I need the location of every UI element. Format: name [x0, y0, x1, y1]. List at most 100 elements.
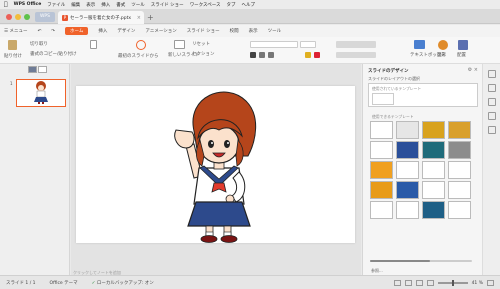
template-thumbnail[interactable] — [370, 181, 393, 199]
menu-help[interactable]: ヘルプ — [242, 2, 256, 8]
backup-status[interactable]: ローカルバックアップ: オン — [92, 280, 154, 286]
transition-panel-icon[interactable] — [487, 98, 496, 106]
undo-icon[interactable]: ↶ — [37, 29, 41, 34]
template-thumbnail[interactable] — [448, 141, 471, 159]
template-thumbnail[interactable] — [370, 201, 393, 219]
section-button[interactable]: セクション — [192, 51, 215, 57]
tab-wps-home[interactable]: WPS — [35, 12, 55, 22]
reading-view-icon[interactable] — [415, 280, 423, 286]
zoom-slider[interactable] — [437, 280, 468, 286]
template-thumbnail[interactable] — [370, 141, 393, 159]
panel-options-icon[interactable]: ⚙ × — [468, 67, 478, 73]
tab-design[interactable]: デザイン — [117, 28, 135, 34]
shapes-icon[interactable] — [438, 40, 448, 50]
used-template-thumbnail[interactable] — [372, 93, 394, 105]
highlight-icon[interactable] — [305, 52, 311, 58]
template-thumbnail[interactable] — [448, 181, 471, 199]
design-panel-icon[interactable] — [487, 70, 496, 78]
close-window-button[interactable] — [6, 14, 12, 20]
template-thumbnail[interactable] — [396, 201, 419, 219]
fit-window-icon[interactable] — [487, 280, 494, 286]
normal-view-icon[interactable] — [393, 280, 401, 286]
template-thumbnail[interactable] — [422, 201, 445, 219]
cut-button[interactable]: 切り取り — [30, 41, 48, 47]
slide-thumbnail-1[interactable] — [16, 79, 66, 107]
app-menu-wps[interactable]: WPS Office — [14, 2, 42, 7]
new-slide-icon[interactable] — [174, 40, 185, 49]
template-thumbnail[interactable] — [422, 161, 445, 179]
template-thumbnail[interactable] — [448, 201, 471, 219]
zoom-window-button[interactable] — [24, 14, 30, 20]
new-tab-button[interactable]: + — [147, 13, 154, 22]
template-thumbnail[interactable] — [422, 181, 445, 199]
reset-button[interactable]: リセット — [192, 41, 210, 47]
tab-animation[interactable]: アニメーション — [145, 28, 176, 34]
bold-icon[interactable] — [250, 52, 256, 58]
arrange-icon[interactable] — [458, 40, 468, 50]
tab-slideshow[interactable]: スライド ショー — [187, 28, 220, 34]
template-thumbnail[interactable] — [448, 161, 471, 179]
slide-1[interactable] — [76, 86, 355, 243]
right-tool-strip — [482, 64, 500, 275]
slideshow-view-icon[interactable] — [426, 280, 434, 286]
redo-icon[interactable]: ↷ — [51, 29, 55, 34]
zoom-level[interactable]: 41 % — [472, 281, 483, 286]
paste-button[interactable]: 貼り付け — [4, 53, 22, 59]
sailor-girl-thumbnail-image — [34, 81, 48, 104]
ribbon-tabs: ☰ メニュー ↶ ↷ ホーム 挿入 デザイン アニメーション スライド ショー … — [0, 25, 500, 37]
italic-icon[interactable] — [259, 52, 265, 58]
properties-panel-icon[interactable] — [487, 112, 496, 120]
template-thumbnail[interactable] — [422, 141, 445, 159]
menu-tools[interactable]: ツール — [131, 2, 145, 8]
from-start-button[interactable]: 最初のスライドから — [118, 53, 159, 59]
template-thumbnail[interactable] — [370, 121, 393, 139]
sorter-view-icon[interactable] — [404, 280, 412, 286]
template-thumbnail[interactable] — [396, 161, 419, 179]
tab-review[interactable]: 校閲 — [230, 28, 239, 34]
thumbnail-view-tab[interactable] — [28, 66, 37, 73]
template-thumbnail[interactable] — [448, 121, 471, 139]
template-thumbnail[interactable] — [422, 121, 445, 139]
template-thumbnail[interactable] — [396, 121, 419, 139]
list-icons[interactable] — [336, 52, 376, 58]
tab-document[interactable]: P セーラー服を着た女の子.pptx × — [58, 11, 144, 24]
menu-insert[interactable]: 挿入 — [101, 2, 110, 8]
template-thumbnail[interactable] — [396, 181, 419, 199]
window-titlebar: WPS P セーラー服を着た女の子.pptx × + — [0, 9, 500, 24]
shapes-button[interactable]: 図形 — [437, 52, 446, 58]
tab-tools[interactable]: ツール — [268, 28, 282, 34]
settings-panel-icon[interactable] — [487, 126, 496, 134]
view-controls: 41 % — [393, 280, 494, 286]
menu-format[interactable]: 書式 — [116, 2, 125, 8]
menu-view[interactable]: 表示 — [86, 2, 95, 8]
font-name-select[interactable] — [250, 41, 298, 48]
minimize-window-button[interactable] — [15, 14, 21, 20]
tab-view[interactable]: 表示 — [249, 28, 258, 34]
format-painter-button[interactable]: 書式のコピー/貼り付け — [30, 51, 77, 57]
tab-home[interactable]: ホーム — [65, 27, 89, 35]
menu-workspace[interactable]: ワークスペース — [190, 2, 221, 8]
template-scrollbar[interactable] — [370, 260, 472, 262]
tab-insert[interactable]: 挿入 — [98, 28, 107, 34]
font-color-icon[interactable] — [314, 52, 320, 58]
menu-button[interactable]: ☰ メニュー — [4, 28, 27, 34]
template-thumbnail[interactable] — [396, 141, 419, 159]
menu-file[interactable]: ファイル — [47, 2, 65, 8]
paragraph-alignment-icon[interactable] — [336, 41, 376, 48]
textbox-icon[interactable] — [414, 40, 425, 49]
menu-edit[interactable]: 編集 — [71, 2, 80, 8]
font-size-select[interactable] — [300, 41, 316, 48]
arrange-button[interactable]: 配置 — [457, 52, 466, 58]
close-tab-icon[interactable]: × — [137, 15, 144, 21]
copy-icon[interactable] — [90, 40, 97, 49]
animation-panel-icon[interactable] — [487, 84, 496, 92]
outline-view-tab[interactable] — [38, 66, 47, 73]
menu-slideshow[interactable]: スライド ショー — [151, 2, 184, 8]
underline-icon[interactable] — [268, 52, 274, 58]
template-thumbnail[interactable] — [370, 161, 393, 179]
play-from-start-icon[interactable] — [136, 40, 146, 50]
apple-icon[interactable]:  — [4, 1, 8, 8]
paste-icon[interactable] — [8, 40, 17, 50]
menu-tab[interactable]: タブ — [227, 2, 236, 8]
browse-link[interactable]: 参照... — [371, 268, 383, 274]
